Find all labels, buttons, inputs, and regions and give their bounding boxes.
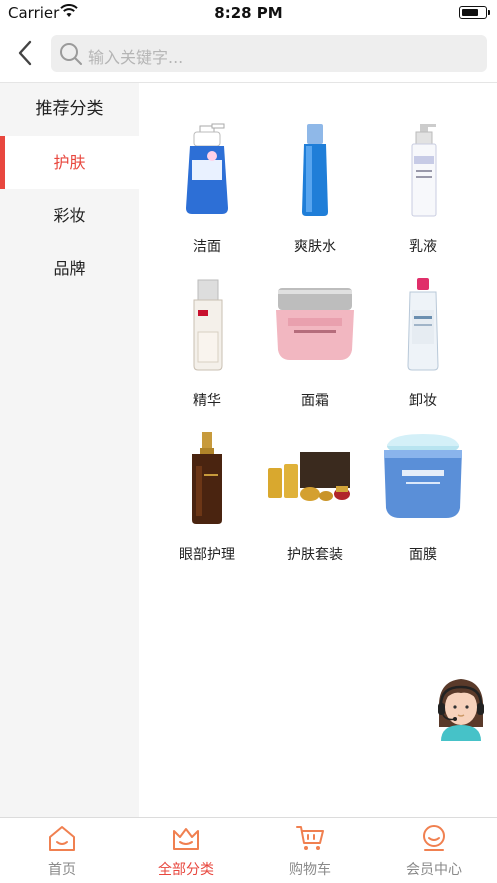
grid-item-skincare-set[interactable]: 护肤套装 [260,424,370,564]
status-bar: Carrier 8:28 PM [0,0,497,26]
search-input[interactable]: 输入关键字... [51,35,487,72]
tab-member-center[interactable]: 会员中心 [372,818,496,883]
sidebar-item-skincare[interactable]: 护肤 [0,136,139,189]
grid-label: 爽肤水 [294,239,336,255]
mask-jar-image [384,434,462,518]
tab-all-categories[interactable]: 全部分类 [124,818,248,883]
tab-home[interactable]: 首页 [0,818,124,883]
grid-label: 精华 [193,393,221,409]
tab-label: 全部分类 [158,862,214,878]
toner-image [302,124,328,216]
member-icon [423,825,445,851]
cleanser-image [186,123,228,214]
clock: 8:28 PM [214,4,283,22]
battery-icon [459,6,490,19]
cart-icon [296,826,324,850]
grid-item-eye-care[interactable]: 眼部护理 [152,424,262,564]
sidebar-item-makeup[interactable]: 彩妆 [0,189,139,242]
makeup-remover-image [407,278,439,371]
grid-label: 洁面 [193,239,221,255]
grid-label: 乳液 [409,239,437,255]
category-sidebar: 推荐分类 护肤 彩妆 品牌 [0,83,139,817]
cream-image [276,288,354,360]
grid-label: 眼部护理 [179,547,235,563]
sidebar-item-recommended[interactable]: 推荐分类 [0,83,139,136]
category-icon [173,828,199,850]
grid-label: 面膜 [409,547,437,563]
tab-label: 购物车 [289,862,331,878]
skincare-set-image [268,452,350,501]
tab-label: 首页 [48,862,76,878]
grid-item-cream[interactable]: 面霜 [260,270,370,410]
grid-item-makeup-remover[interactable]: 卸妆 [368,270,478,410]
tab-bar: 首页 全部分类 购物车 会员中心 [0,817,497,883]
back-arrow-icon[interactable] [14,38,38,68]
grid-label: 卸妆 [409,393,437,409]
sidebar-item-brand[interactable]: 品牌 [0,242,139,295]
customer-service-icon[interactable] [433,675,489,741]
header: 输入关键字... [0,26,497,83]
search-placeholder: 输入关键字... [88,48,184,67]
grid-label: 面霜 [301,393,329,409]
grid-label: 护肤套装 [287,547,343,563]
grid-item-mask[interactable]: 面膜 [368,424,478,564]
grid-item-essence[interactable]: 精华 [152,270,262,410]
grid-item-cleanser[interactable]: 洁面 [152,116,262,256]
grid-item-toner[interactable]: 爽肤水 [260,116,370,256]
tab-cart[interactable]: 购物车 [248,818,372,883]
lotion-image [411,124,437,217]
eye-serum-image [192,432,222,524]
home-icon [49,826,75,851]
tab-label: 会员中心 [406,862,462,878]
grid-item-lotion[interactable]: 乳液 [368,116,478,256]
search-icon [60,43,82,65]
essence-image [193,279,223,371]
